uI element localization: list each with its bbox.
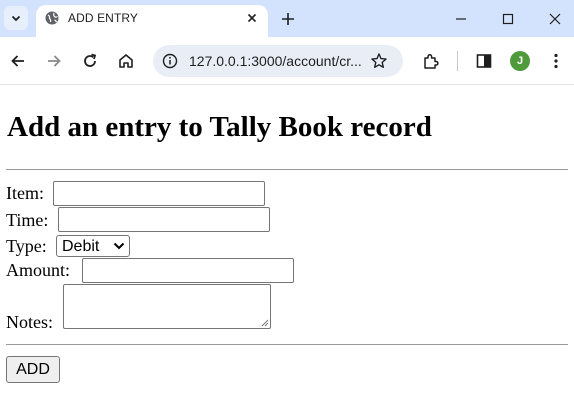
chevron-down-icon [11, 15, 21, 22]
type-select[interactable]: Debit [56, 235, 130, 257]
notes-label: Notes: [6, 312, 53, 332]
site-info-icon[interactable] [162, 53, 178, 69]
chevron-down-icon [113, 242, 125, 250]
item-label: Item: [6, 183, 44, 203]
browser-toolbar: 127.0.0.1:3000/account/cr... J [0, 37, 574, 85]
profile-initial: J [516, 55, 524, 67]
close-icon[interactable] [244, 10, 260, 26]
browser-tab-active[interactable]: ADD ENTRY [36, 5, 268, 37]
maximize-icon[interactable] [498, 9, 518, 29]
more-menu-icon[interactable] [546, 51, 566, 71]
item-input[interactable] [53, 181, 265, 206]
page-content: Add an entry to Tally Book record Item: … [0, 86, 574, 417]
tab-search-button[interactable] [4, 6, 28, 30]
top-divider [6, 169, 568, 170]
type-select-value: Debit [62, 238, 100, 255]
profile-avatar[interactable]: J [510, 51, 530, 71]
browser-tab-bar: ADD ENTRY [0, 0, 574, 37]
notes-textarea[interactable] [63, 284, 271, 329]
amount-label: Amount: [6, 260, 71, 280]
tab-title: ADD ENTRY [68, 11, 139, 25]
address-bar[interactable]: 127.0.0.1:3000/account/cr... [153, 45, 403, 77]
reload-icon[interactable] [80, 51, 100, 71]
minimize-icon[interactable] [451, 9, 471, 29]
globe-icon [45, 11, 59, 25]
amount-input[interactable] [82, 258, 294, 283]
page-title: Add an entry to Tally Book record [7, 111, 432, 143]
extensions-puzzle-icon[interactable] [421, 51, 441, 71]
address-url: 127.0.0.1:3000/account/cr... [189, 53, 362, 69]
resize-handle-icon[interactable] [261, 319, 269, 327]
bookmark-star-icon[interactable] [370, 52, 388, 70]
back-arrow-icon[interactable] [8, 51, 28, 71]
time-input[interactable] [58, 207, 270, 232]
bottom-divider [6, 344, 568, 345]
home-icon[interactable] [116, 51, 136, 71]
add-button-label: ADD [16, 360, 50, 378]
forward-arrow-icon[interactable] [44, 51, 64, 71]
toolbar-divider [457, 51, 458, 71]
type-label: Type: [6, 236, 47, 256]
close-window-icon[interactable] [545, 9, 565, 29]
new-tab-icon[interactable] [278, 9, 298, 29]
side-panel-icon[interactable] [474, 51, 494, 71]
time-label: Time: [6, 210, 49, 230]
add-button[interactable]: ADD [6, 356, 60, 383]
